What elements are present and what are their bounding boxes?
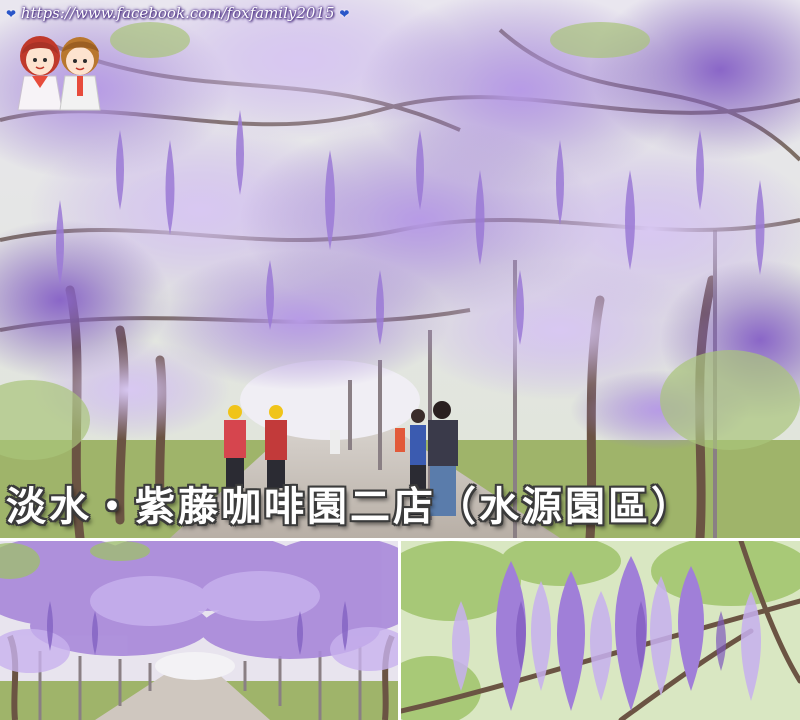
photo-caption-title: 淡水・紫藤咖啡園二店（水源園區） (6, 484, 694, 530)
watermark-url: ❤ https://www.facebook.com/foxfamily2015… (6, 2, 349, 24)
main-photo-wisteria-tunnel (0, 0, 800, 538)
photo-collage: ❤ https://www.facebook.com/foxfamily2015… (0, 0, 800, 720)
divider-vertical (398, 541, 401, 720)
bottom-right-photo-closeup (401, 541, 800, 720)
bottom-right-photo-illustration (401, 541, 800, 720)
bottom-left-photo-illustration (0, 541, 398, 720)
watermark-url-text: https://www.facebook.com/foxfamily2015 (20, 4, 335, 22)
heart-icon: ❤ (339, 7, 350, 21)
heart-icon: ❤ (6, 7, 17, 21)
fox-family-logo-icon (10, 26, 110, 112)
bottom-left-photo-tunnel (0, 541, 398, 720)
main-photo-illustration (0, 0, 800, 538)
